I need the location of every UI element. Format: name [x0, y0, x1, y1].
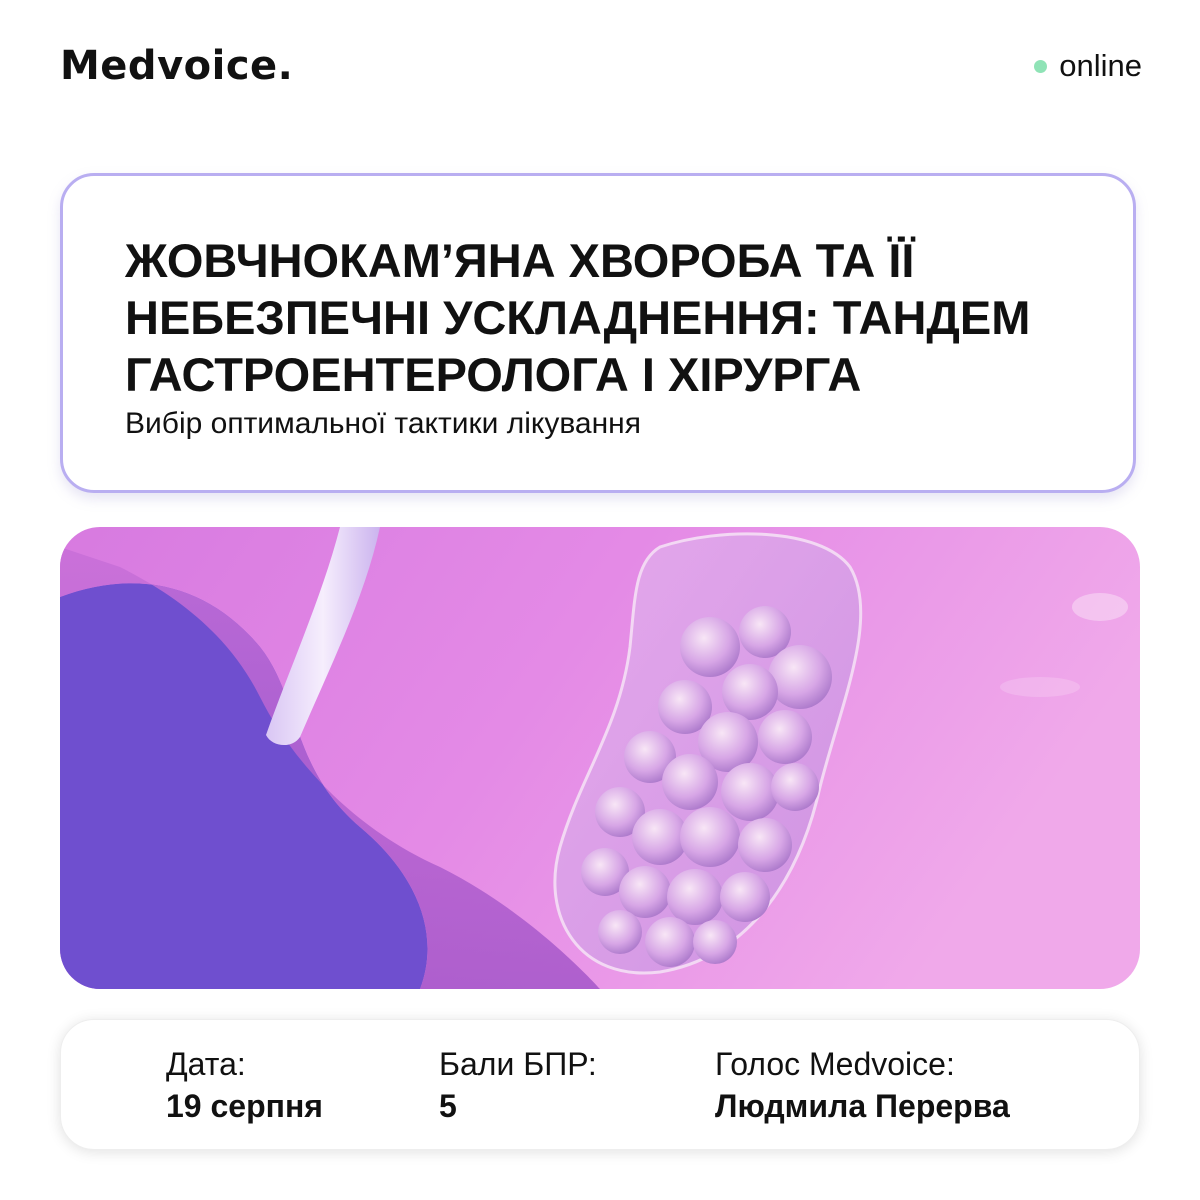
event-title: ЖОВЧНОКАМ’ЯНА ХВОРОБА ТА ЇЇ НЕБЕЗПЕЧНІ У… [125, 234, 1031, 401]
points-value: 5 [439, 1088, 457, 1124]
title-card: ЖОВЧНОКАМ’ЯНА ХВОРОБА ТА ЇЇ НЕБЕЗПЕЧНІ У… [60, 173, 1136, 493]
gallbladder-stones-icon [60, 527, 1140, 989]
date-block: Дата: 19 серпня [166, 1044, 323, 1128]
date-value: 19 серпня [166, 1088, 323, 1124]
voice-value: Людмила Перерва [715, 1088, 1010, 1124]
hero-image [60, 527, 1140, 989]
online-dot-icon [1034, 59, 1048, 73]
date-label: Дата: [166, 1046, 246, 1082]
points-block: Бали БПР: 5 [439, 1044, 597, 1128]
event-info-card: Дата: 19 серпня Бали БПР: 5 Голос Medvoi… [60, 1019, 1140, 1150]
status-text: online [1059, 48, 1142, 83]
voice-label: Голос Medvoice: [715, 1046, 955, 1082]
brand-logo: Medvoice. [60, 43, 294, 89]
voice-block: Голос Medvoice: Людмила Перерва [715, 1044, 1010, 1128]
event-subtitle: Вибір оптимальної тактики лікування [125, 407, 641, 440]
status-indicator: online [1034, 44, 1142, 88]
points-label: Бали БПР: [439, 1046, 597, 1082]
